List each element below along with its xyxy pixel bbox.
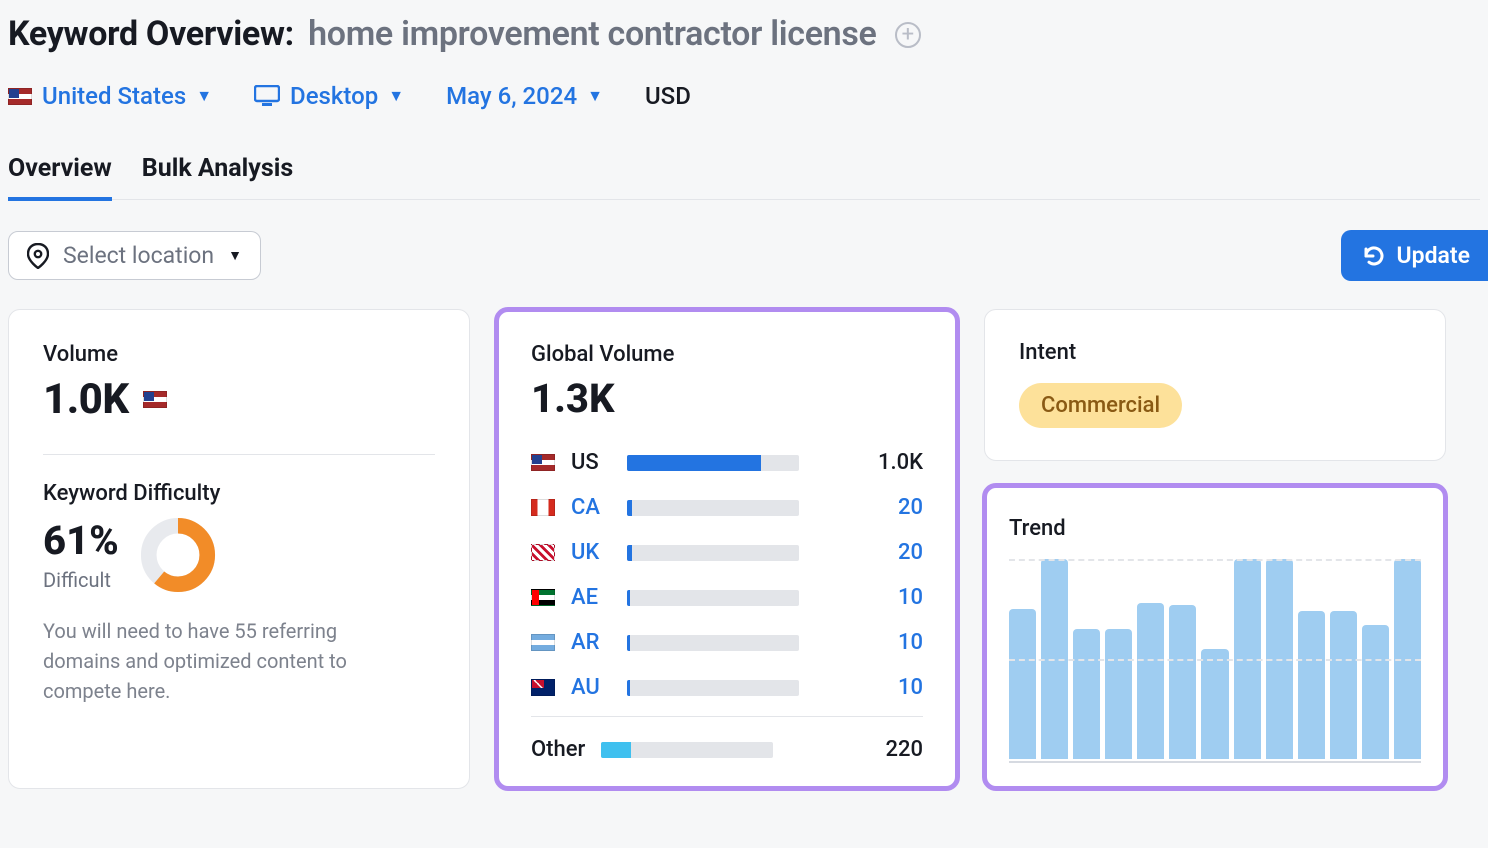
trend-bar: [1298, 611, 1325, 759]
global-volume-other-row: Other 220: [531, 716, 923, 772]
gv-other-bar: [601, 742, 773, 758]
kd-description: You will need to have 55 referring domai…: [43, 616, 403, 706]
tab-overview[interactable]: Overview: [8, 154, 112, 201]
chevron-down-icon: ▼: [196, 86, 212, 106]
tab-bar: Overview Bulk Analysis: [8, 154, 1480, 200]
trend-card: Trend: [984, 485, 1446, 789]
global-volume-card: Global Volume 1.3K US 1.0K CA 20 UK 20 AE 10 AR 1…: [496, 309, 958, 789]
global-volume-row[interactable]: UK 20: [531, 530, 923, 575]
intent-badge: Commercial: [1019, 383, 1182, 428]
refresh-icon: [1363, 245, 1385, 267]
chevron-down-icon: ▼: [388, 86, 404, 106]
kd-dial-icon: [139, 516, 217, 594]
divider: [43, 454, 435, 455]
gv-bar: [627, 635, 799, 651]
device-filter[interactable]: Desktop ▼: [254, 82, 404, 110]
chevron-down-icon: ▼: [587, 86, 603, 106]
date-filter[interactable]: May 6, 2024 ▼: [446, 82, 603, 110]
gv-bar: [627, 500, 799, 516]
gv-bar: [627, 545, 799, 561]
global-volume-row[interactable]: AE 10: [531, 575, 923, 620]
filter-bar: United States ▼ Desktop ▼ May 6, 2024 ▼ …: [8, 82, 1480, 110]
kd-label: Keyword Difficulty: [43, 481, 435, 506]
currency-label: USD: [645, 82, 691, 110]
gv-country-code: UK: [571, 540, 611, 565]
trend-bar: [1169, 605, 1196, 759]
gv-bar: [627, 680, 799, 696]
trend-bar: [1330, 611, 1357, 759]
trend-chart: [1009, 553, 1421, 763]
global-volume-row[interactable]: AU 10: [531, 665, 923, 710]
location-pin-icon: [27, 243, 49, 269]
us-flag-icon: [531, 454, 555, 471]
global-volume-value: 1.3K: [531, 375, 923, 422]
gv-country-code: US: [571, 450, 611, 475]
device-filter-label: Desktop: [290, 82, 378, 110]
ae-flag-icon: [531, 589, 555, 606]
us-flag-icon: [8, 88, 32, 105]
add-keyword-button[interactable]: +: [895, 22, 921, 48]
gv-bar: [627, 590, 799, 606]
gv-value: 20: [898, 495, 923, 520]
date-filter-label: May 6, 2024: [446, 82, 577, 110]
gv-value: 10: [898, 675, 923, 700]
gv-country-code: AE: [571, 585, 611, 610]
intent-card: Intent Commercial: [984, 309, 1446, 461]
country-filter[interactable]: United States ▼: [8, 82, 212, 110]
volume-card: Volume 1.0K Keyword Difficulty 61% Diffi…: [8, 309, 470, 789]
trend-bar: [1234, 559, 1261, 759]
gv-country-code: AU: [571, 675, 611, 700]
trend-label: Trend: [1009, 516, 1421, 541]
gv-other-value: 220: [885, 737, 923, 762]
select-location-label: Select location: [63, 242, 214, 269]
trend-bar: [1073, 629, 1100, 759]
volume-label: Volume: [43, 342, 435, 367]
kd-level: Difficult: [43, 568, 119, 592]
gv-value: 10: [898, 630, 923, 655]
country-filter-label: United States: [42, 82, 186, 110]
title-prefix: Keyword Overview:: [8, 14, 294, 54]
update-button[interactable]: Update: [1341, 230, 1488, 281]
tab-bulk-analysis[interactable]: Bulk Analysis: [142, 154, 293, 199]
trend-bar: [1362, 625, 1389, 759]
gv-value: 10: [898, 585, 923, 610]
select-location-dropdown[interactable]: Select location ▼: [8, 231, 261, 280]
page-title: Keyword Overview: home improvement contr…: [8, 14, 1480, 54]
global-volume-row[interactable]: AR 10: [531, 620, 923, 665]
au-flag-icon: [531, 679, 555, 696]
global-volume-row[interactable]: US 1.0K: [531, 440, 923, 485]
trend-bar: [1105, 629, 1132, 759]
trend-bar: [1041, 559, 1068, 759]
gv-value: 20: [898, 540, 923, 565]
trend-bar: [1266, 559, 1293, 759]
global-volume-row[interactable]: CA 20: [531, 485, 923, 530]
gv-other-label: Other: [531, 737, 585, 762]
intent-label: Intent: [1019, 340, 1411, 365]
global-volume-label: Global Volume: [531, 342, 923, 367]
us-flag-icon: [143, 391, 167, 408]
ca-flag-icon: [531, 499, 555, 516]
keyword-text: home improvement contractor license: [308, 14, 876, 54]
chevron-down-icon: ▼: [228, 247, 242, 264]
volume-value: 1.0K: [43, 375, 129, 424]
trend-bar: [1009, 609, 1036, 759]
gv-country-code: CA: [571, 495, 611, 520]
kd-percent: 61%: [43, 517, 119, 564]
trend-bar: [1201, 649, 1228, 759]
gv-country-code: AR: [571, 630, 611, 655]
trend-bar: [1394, 559, 1421, 759]
ar-flag-icon: [531, 634, 555, 651]
update-button-label: Update: [1397, 242, 1470, 269]
gv-bar: [627, 455, 799, 471]
desktop-icon: [254, 85, 280, 107]
gv-value: 1.0K: [878, 450, 923, 475]
trend-bar: [1137, 603, 1164, 759]
uk-flag-icon: [531, 544, 555, 561]
